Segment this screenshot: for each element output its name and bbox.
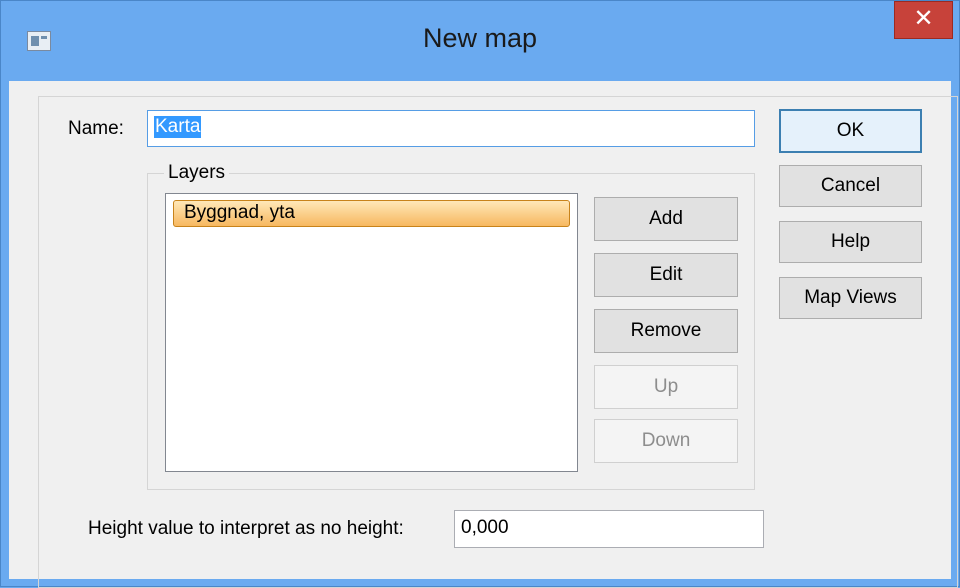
move-up-button[interactable]: Up [594, 365, 738, 409]
cancel-button[interactable]: Cancel [779, 165, 922, 207]
name-label: Name: [68, 118, 124, 139]
title-bar[interactable]: New map ✕ [1, 1, 959, 81]
height-input[interactable]: 0,000 [454, 510, 764, 548]
ok-button[interactable]: OK [779, 109, 922, 153]
edit-layer-button[interactable]: Edit [594, 253, 738, 297]
name-input-value: Karta [154, 116, 202, 138]
layers-group-label: Layers [164, 162, 230, 184]
layers-listbox[interactable] [165, 193, 578, 472]
add-layer-button[interactable]: Add [594, 197, 738, 241]
close-button[interactable]: ✕ [894, 1, 953, 39]
name-input[interactable]: Karta [147, 110, 755, 147]
move-down-button[interactable]: Down [594, 419, 738, 463]
map-views-button[interactable]: Map Views [779, 277, 922, 319]
height-label: Height value to interpret as no height: [88, 518, 404, 539]
layer-list-item[interactable]: Byggnad, yta [173, 200, 570, 227]
remove-layer-button[interactable]: Remove [594, 309, 738, 353]
help-button[interactable]: Help [779, 221, 922, 263]
window-title: New map [422, 23, 538, 53]
